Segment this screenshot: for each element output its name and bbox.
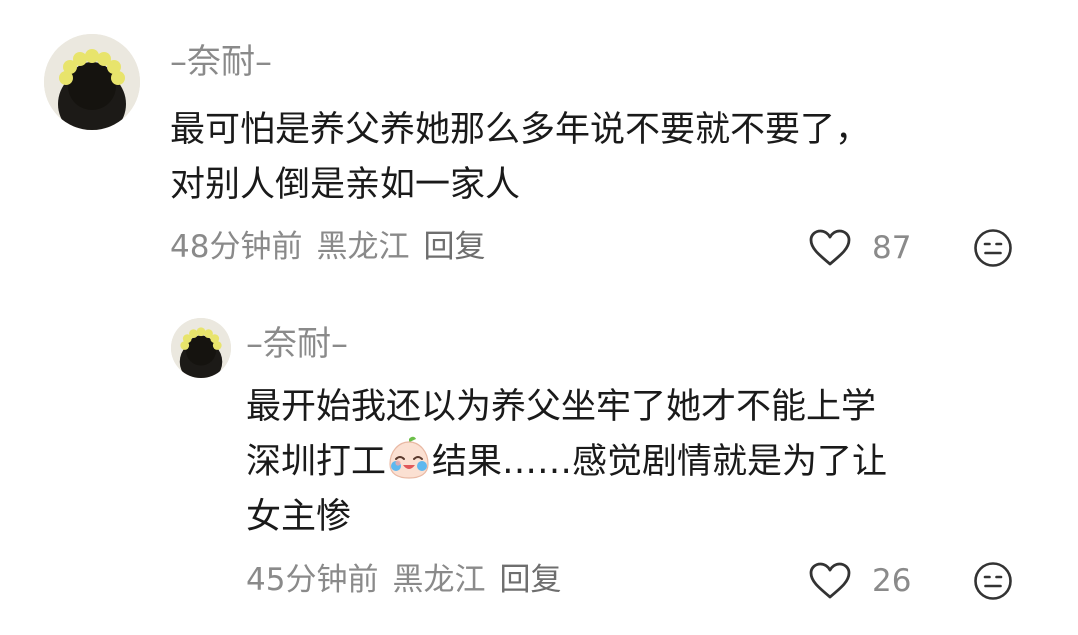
comment-text-line: 深圳打工 结果……感觉剧情就是为了让 <box>246 435 887 490</box>
reply-button[interactable]: 回复 <box>423 229 485 265</box>
comment-meta: 45分钟前 黑龙江 回复 <box>246 560 575 600</box>
avatar-image <box>171 318 231 378</box>
comment-text-segment: 深圳打工 <box>246 442 387 482</box>
heart-outline-icon <box>809 229 851 266</box>
comment-time: 48分钟前 <box>170 229 303 265</box>
comment-time: 45分钟前 <box>246 562 379 598</box>
neutral-face-icon <box>974 229 1012 267</box>
dislike-button[interactable] <box>973 228 1013 268</box>
comment-location: 黑龙江 <box>316 229 410 265</box>
crying-laughing-emoji-icon <box>389 436 429 479</box>
avatar[interactable] <box>44 34 140 130</box>
avatar[interactable] <box>171 318 231 378</box>
neutral-face-icon <box>974 562 1012 600</box>
comment-text-line: 对别人倒是亲如一家人 <box>170 165 521 205</box>
comment-text-line: 最可怕是养父养她那么多年说不要就不要了， <box>170 110 871 150</box>
like-button[interactable]: 87 <box>808 228 911 268</box>
comment-text-line: 女主惨 <box>246 497 352 537</box>
like-button[interactable]: 26 <box>808 561 911 601</box>
comment-meta: 48分钟前 黑龙江 回复 <box>170 227 499 267</box>
like-count: 87 <box>872 230 912 266</box>
avatar-image <box>44 34 140 130</box>
comment-location: 黑龙江 <box>392 562 486 598</box>
username[interactable]: –奈耐– <box>246 324 348 364</box>
reply-button[interactable]: 回复 <box>499 562 561 598</box>
dislike-button[interactable] <box>973 561 1013 601</box>
comment-text-line: 最开始我还以为养父坐牢了她才不能上学 <box>246 387 877 427</box>
heart-outline-icon <box>809 562 851 599</box>
comment-text-segment: 结果……感觉剧情就是为了让 <box>432 442 888 482</box>
username[interactable]: –奈耐– <box>170 42 272 82</box>
comment-text: 最可怕是养父养她那么多年说不要就不要了， 对别人倒是亲如一家人 <box>170 103 870 213</box>
comment-text: 最开始我还以为养父坐牢了她才不能上学 深圳打工 结果……感觉剧情就是为了让 女主… <box>246 380 887 545</box>
like-count: 26 <box>872 563 912 599</box>
